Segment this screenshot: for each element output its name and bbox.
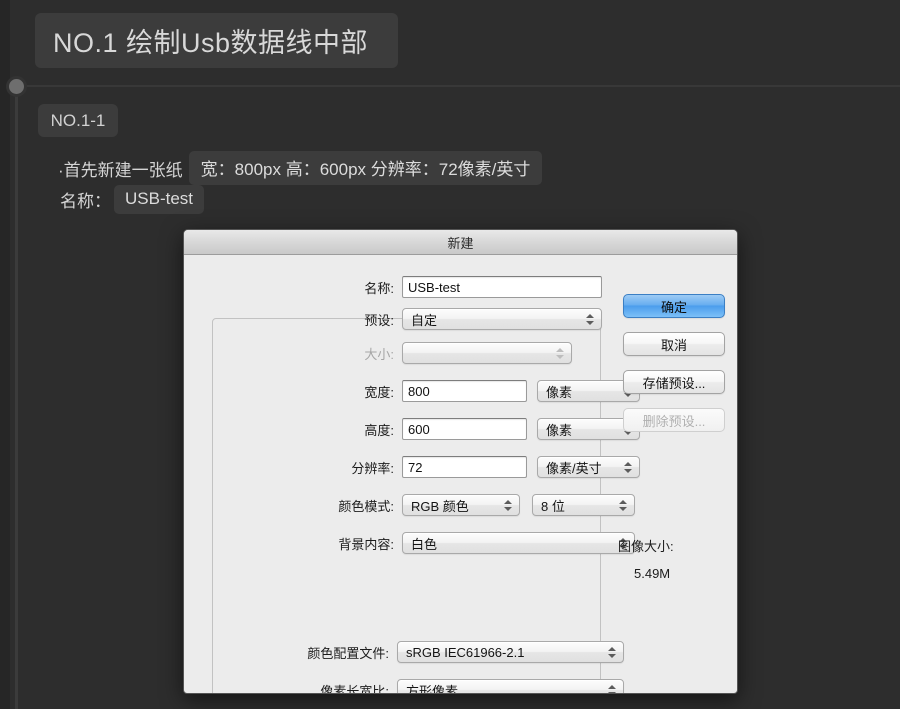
timeline-node-icon [6, 76, 27, 97]
background-select[interactable]: 白色 [402, 532, 635, 554]
preset-label: 预设: [364, 312, 394, 328]
note-name-chip: USB-test [114, 184, 205, 214]
width-input[interactable]: 800 [402, 380, 527, 402]
chevron-updown-icon [607, 682, 616, 693]
color-profile-label: 颜色配置文件: [307, 645, 389, 661]
step-badge: NO.1-1 [38, 104, 118, 137]
color-profile-select[interactable]: sRGB IEC61966-2.1 [396, 641, 624, 663]
notes-page: NO.1 绘制Usb数据线中部 NO.1-1 ·首先新建一张纸 宽：800px … [0, 0, 900, 709]
chevron-updown-icon [555, 345, 564, 361]
timeline-horizontal-rule [26, 85, 900, 87]
color-mode-row: 颜色模式: RGB 颜色 8 位 [224, 494, 644, 516]
note-name-label: 名称： [60, 191, 111, 211]
size-label: 大小: [364, 346, 394, 362]
chevron-updown-icon [618, 497, 627, 513]
height-input-value: 600 [408, 421, 430, 437]
name-input[interactable]: USB-test [402, 276, 602, 298]
width-unit-value: 像素 [546, 384, 573, 400]
dialog-body: 名称: USB-test 预设: 自定 大小: 宽度: 800 像素 高度: 6… [184, 255, 737, 693]
dialog-title: 新建 [447, 235, 474, 251]
note-line-1: ·首先新建一张纸 宽：800px 高：600px 分辨率：72像素/英寸 [58, 151, 543, 185]
bit-depth-value: 8 位 [541, 498, 565, 514]
background-value: 白色 [411, 536, 438, 552]
size-row: 大小: [224, 342, 614, 364]
background-label: 背景内容: [338, 536, 394, 552]
width-label: 宽度: [364, 384, 394, 400]
resolution-unit-value: 像素/英寸 [546, 460, 602, 476]
height-label: 高度: [364, 422, 394, 438]
resolution-input[interactable]: 72 [402, 456, 527, 478]
save-preset-button[interactable]: 存储预设... [623, 370, 725, 394]
cancel-button[interactable]: 取消 [623, 332, 725, 356]
timeline-vertical-rule [15, 86, 18, 709]
note-lead-text: ·首先新建一张纸 [58, 160, 183, 180]
pixel-aspect-select[interactable]: 方形像素 [396, 679, 624, 694]
name-row: 名称: USB-test [224, 276, 604, 298]
height-row: 高度: 600 像素 [224, 418, 644, 440]
delete-preset-button: 删除预设... [623, 408, 725, 432]
width-input-value: 800 [408, 383, 430, 399]
size-select [402, 342, 572, 364]
color-profile-row: 颜色配置文件: sRGB IEC61966-2.1 [204, 641, 624, 663]
preset-select-value: 自定 [411, 312, 438, 328]
ok-button[interactable]: 确定 [623, 294, 725, 318]
color-profile-value: sRGB IEC61966-2.1 [405, 644, 525, 660]
pixel-aspect-row: 像素长宽比: 方形像素 [204, 679, 624, 694]
chevron-updown-icon [503, 497, 512, 513]
left-gutter [0, 0, 10, 709]
pixel-aspect-value: 方形像素 [405, 683, 458, 694]
chevron-updown-icon [623, 459, 632, 475]
color-mode-value: RGB 颜色 [411, 498, 469, 514]
resolution-unit-select[interactable]: 像素/英寸 [537, 456, 640, 478]
chevron-updown-icon [585, 311, 594, 327]
height-input[interactable]: 600 [402, 418, 527, 440]
preset-row: 预设: 自定 [224, 308, 614, 330]
new-document-dialog: 新建 名称: USB-test 预设: 自定 大小: 宽度: 800 像素 高度… [183, 229, 738, 694]
preset-select[interactable]: 自定 [402, 308, 602, 330]
name-label: 名称: [364, 280, 394, 296]
dialog-titlebar: 新建 [184, 230, 737, 255]
width-row: 宽度: 800 像素 [224, 380, 644, 402]
page-title: NO.1 绘制Usb数据线中部 [35, 13, 398, 68]
pixel-aspect-label: 像素长宽比: [320, 683, 389, 694]
resolution-input-value: 72 [408, 459, 423, 475]
resolution-label: 分辨率: [351, 460, 394, 476]
bit-depth-select[interactable]: 8 位 [532, 494, 635, 516]
chevron-updown-icon [607, 644, 616, 660]
color-mode-label: 颜色模式: [338, 498, 394, 514]
resolution-row: 分辨率: 72 像素/英寸 [224, 456, 644, 478]
height-unit-value: 像素 [546, 422, 573, 438]
image-size-label: 图像大小: [618, 539, 674, 554]
note-spec-chip: 宽：800px 高：600px 分辨率：72像素/英寸 [188, 151, 543, 185]
image-size-value: 5.49M [634, 566, 671, 581]
name-input-value: USB-test [408, 279, 461, 295]
note-line-2: 名称： USB-test [60, 184, 205, 214]
background-row: 背景内容: 白色 [224, 532, 644, 554]
color-mode-select[interactable]: RGB 颜色 [402, 494, 520, 516]
